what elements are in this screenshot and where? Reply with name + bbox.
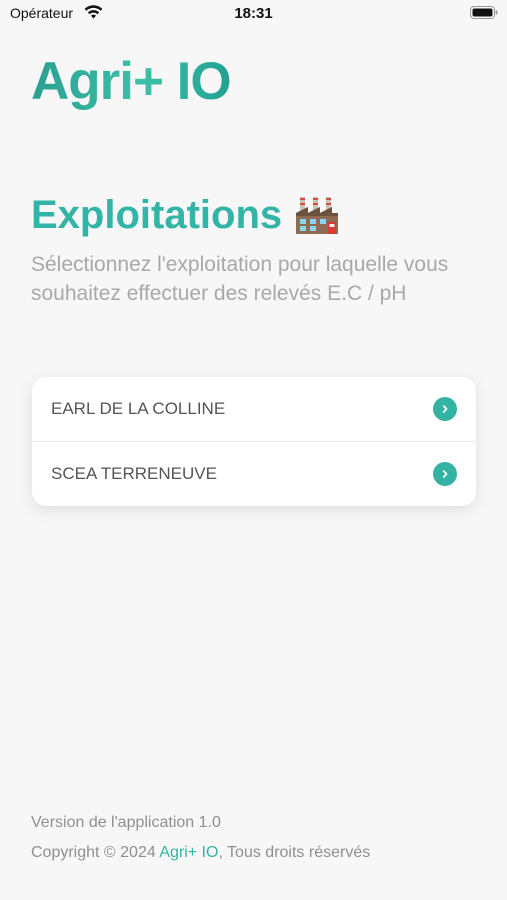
farm-item-label: SCEA TERRENEUVE — [51, 464, 217, 483]
copyright-brand-link[interactable]: Agri+ IO — [159, 844, 218, 861]
status-bar: Opérateur 18:31 — [0, 0, 507, 30]
footer: Version de l'application 1.0 Copyright ©… — [31, 808, 370, 868]
farm-item-label: EARL DE LA COLLINE — [51, 399, 226, 418]
clock-time: 18:31 — [234, 5, 273, 22]
farm-item-earl-de-la-colline[interactable]: EARL DE LA COLLINE — [32, 377, 476, 441]
factory-icon — [294, 195, 340, 235]
page-title: Exploitations — [31, 193, 283, 237]
app-version: Version de l'application 1.0 — [31, 814, 221, 831]
farm-list: EARL DE LA COLLINE SCEA TERRENEUVE — [32, 377, 476, 506]
copyright: Copyright © 2024 Agri+ IO, Tous droits r… — [31, 838, 370, 868]
app-logo-text: Agri+ IO — [31, 52, 232, 111]
page-subtitle: Sélectionnez l'exploitation pour laquell… — [31, 253, 449, 305]
page-heading: Exploitations — [31, 190, 340, 240]
battery-icon — [470, 6, 498, 19]
farm-item-scea-terreneuve[interactable]: SCEA TERRENEUVE — [32, 441, 476, 506]
copyright-prefix: Copyright © 2024 — [31, 844, 160, 861]
copyright-suffix: , Tous droits réservés — [218, 844, 371, 861]
chevron-right-icon[interactable] — [433, 397, 457, 421]
chevron-right-icon[interactable] — [433, 462, 457, 486]
